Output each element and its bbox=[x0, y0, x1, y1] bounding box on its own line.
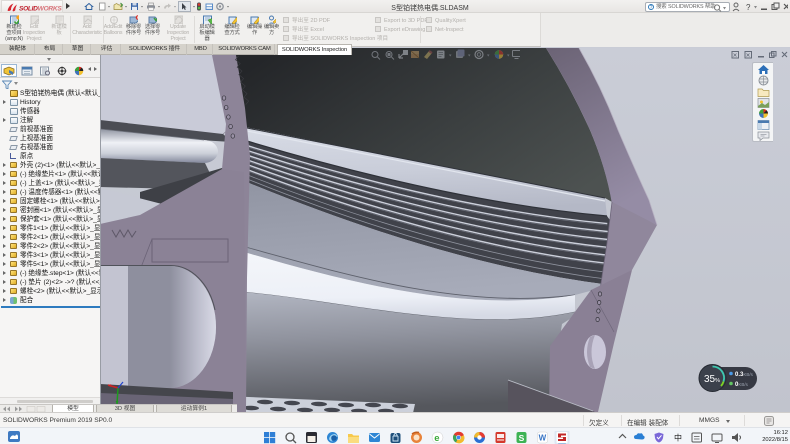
svg-text:SOLIDWORKS: SOLIDWORKS bbox=[19, 6, 62, 13]
svg-text:W: W bbox=[539, 433, 547, 442]
svg-text:S: S bbox=[519, 433, 525, 443]
svg-text:?: ? bbox=[746, 3, 751, 12]
svg-text:中: 中 bbox=[674, 433, 682, 443]
svg-text:e: e bbox=[434, 433, 439, 444]
